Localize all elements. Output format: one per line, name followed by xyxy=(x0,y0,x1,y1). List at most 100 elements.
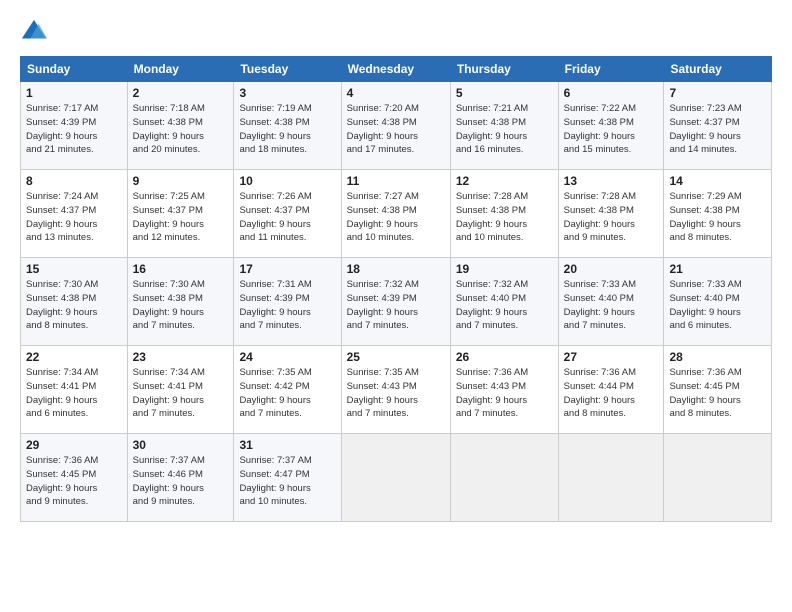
calendar-cell: 14 Sunrise: 7:29 AM Sunset: 4:38 PM Dayli… xyxy=(664,170,772,258)
calendar-body: 1Sunrise: 7:17 AM Sunset: 4:39 PM Daylig… xyxy=(21,82,772,522)
day-info: Sunrise: 7:30 AM Sunset: 4:38 PM Dayligh… xyxy=(133,278,229,333)
col-header-sunday: Sunday xyxy=(21,57,128,82)
calendar-table: SundayMondayTuesdayWednesdayThursdayFrid… xyxy=(20,56,772,522)
day-info: Sunrise: 7:24 AM Sunset: 4:37 PM Dayligh… xyxy=(26,190,122,245)
calendar-week-4: 22 Sunrise: 7:34 AM Sunset: 4:41 PM Dayli… xyxy=(21,346,772,434)
day-number: 22 xyxy=(26,350,122,364)
day-info: Sunrise: 7:36 AM Sunset: 4:45 PM Dayligh… xyxy=(26,454,122,509)
day-number: 30 xyxy=(133,438,229,452)
logo xyxy=(20,18,52,46)
calendar-week-2: 8 Sunrise: 7:24 AM Sunset: 4:37 PM Daylig… xyxy=(21,170,772,258)
day-info: Sunrise: 7:36 AM Sunset: 4:43 PM Dayligh… xyxy=(456,366,553,421)
col-header-thursday: Thursday xyxy=(450,57,558,82)
day-info: Sunrise: 7:31 AM Sunset: 4:39 PM Dayligh… xyxy=(239,278,335,333)
calendar-cell xyxy=(558,434,664,522)
day-number: 4 xyxy=(347,86,445,100)
day-number: 7 xyxy=(669,86,766,100)
calendar-cell: 31 Sunrise: 7:37 AM Sunset: 4:47 PM Dayli… xyxy=(234,434,341,522)
day-info: Sunrise: 7:34 AM Sunset: 4:41 PM Dayligh… xyxy=(133,366,229,421)
page: SundayMondayTuesdayWednesdayThursdayFrid… xyxy=(0,0,792,612)
calendar-header: SundayMondayTuesdayWednesdayThursdayFrid… xyxy=(21,57,772,82)
calendar-cell: 8 Sunrise: 7:24 AM Sunset: 4:37 PM Daylig… xyxy=(21,170,128,258)
calendar-cell: 25Sunrise: 7:35 AM Sunset: 4:43 PM Dayli… xyxy=(341,346,450,434)
col-header-friday: Friday xyxy=(558,57,664,82)
calendar-cell: 7Sunrise: 7:23 AM Sunset: 4:37 PM Daylig… xyxy=(664,82,772,170)
calendar-cell: 11 Sunrise: 7:27 AM Sunset: 4:38 PM Dayli… xyxy=(341,170,450,258)
day-number: 20 xyxy=(564,262,659,276)
calendar-cell: 1Sunrise: 7:17 AM Sunset: 4:39 PM Daylig… xyxy=(21,82,128,170)
calendar-cell: 26 Sunrise: 7:36 AM Sunset: 4:43 PM Dayli… xyxy=(450,346,558,434)
calendar-cell: 22 Sunrise: 7:34 AM Sunset: 4:41 PM Dayli… xyxy=(21,346,128,434)
day-number: 19 xyxy=(456,262,553,276)
day-number: 12 xyxy=(456,174,553,188)
col-header-monday: Monday xyxy=(127,57,234,82)
calendar-cell xyxy=(450,434,558,522)
day-number: 13 xyxy=(564,174,659,188)
day-info: Sunrise: 7:18 AM Sunset: 4:38 PM Dayligh… xyxy=(133,102,229,157)
calendar-cell: 23 Sunrise: 7:34 AM Sunset: 4:41 PM Dayli… xyxy=(127,346,234,434)
calendar-cell: 16Sunrise: 7:30 AM Sunset: 4:38 PM Dayli… xyxy=(127,258,234,346)
day-info: Sunrise: 7:37 AM Sunset: 4:46 PM Dayligh… xyxy=(133,454,229,509)
day-number: 27 xyxy=(564,350,659,364)
day-info: Sunrise: 7:30 AM Sunset: 4:38 PM Dayligh… xyxy=(26,278,122,333)
day-info: Sunrise: 7:28 AM Sunset: 4:38 PM Dayligh… xyxy=(564,190,659,245)
calendar-cell: 15 Sunrise: 7:30 AM Sunset: 4:38 PM Dayli… xyxy=(21,258,128,346)
day-number: 15 xyxy=(26,262,122,276)
col-header-saturday: Saturday xyxy=(664,57,772,82)
day-info: Sunrise: 7:36 AM Sunset: 4:44 PM Dayligh… xyxy=(564,366,659,421)
day-info: Sunrise: 7:37 AM Sunset: 4:47 PM Dayligh… xyxy=(239,454,335,509)
day-number: 28 xyxy=(669,350,766,364)
day-number: 23 xyxy=(133,350,229,364)
calendar-cell: 28Sunrise: 7:36 AM Sunset: 4:45 PM Dayli… xyxy=(664,346,772,434)
col-header-tuesday: Tuesday xyxy=(234,57,341,82)
calendar-cell: 20 Sunrise: 7:33 AM Sunset: 4:40 PM Dayli… xyxy=(558,258,664,346)
day-number: 10 xyxy=(239,174,335,188)
day-info: Sunrise: 7:20 AM Sunset: 4:38 PM Dayligh… xyxy=(347,102,445,157)
day-info: Sunrise: 7:33 AM Sunset: 4:40 PM Dayligh… xyxy=(669,278,766,333)
day-info: Sunrise: 7:34 AM Sunset: 4:41 PM Dayligh… xyxy=(26,366,122,421)
day-info: Sunrise: 7:35 AM Sunset: 4:43 PM Dayligh… xyxy=(347,366,445,421)
calendar-cell: 21 Sunrise: 7:33 AM Sunset: 4:40 PM Dayli… xyxy=(664,258,772,346)
calendar-cell: 10 Sunrise: 7:26 AM Sunset: 4:37 PM Dayli… xyxy=(234,170,341,258)
day-number: 14 xyxy=(669,174,766,188)
calendar-cell: 6 Sunrise: 7:22 AM Sunset: 4:38 PM Daylig… xyxy=(558,82,664,170)
day-info: Sunrise: 7:21 AM Sunset: 4:38 PM Dayligh… xyxy=(456,102,553,157)
day-number: 5 xyxy=(456,86,553,100)
day-number: 3 xyxy=(239,86,335,100)
day-number: 29 xyxy=(26,438,122,452)
calendar-week-1: 1Sunrise: 7:17 AM Sunset: 4:39 PM Daylig… xyxy=(21,82,772,170)
day-number: 2 xyxy=(133,86,229,100)
calendar-week-5: 29 Sunrise: 7:36 AM Sunset: 4:45 PM Dayli… xyxy=(21,434,772,522)
day-number: 8 xyxy=(26,174,122,188)
calendar-cell xyxy=(341,434,450,522)
calendar-cell: 3 Sunrise: 7:19 AM Sunset: 4:38 PM Daylig… xyxy=(234,82,341,170)
day-info: Sunrise: 7:33 AM Sunset: 4:40 PM Dayligh… xyxy=(564,278,659,333)
calendar-cell: 17 Sunrise: 7:31 AM Sunset: 4:39 PM Dayli… xyxy=(234,258,341,346)
calendar-cell: 4 Sunrise: 7:20 AM Sunset: 4:38 PM Daylig… xyxy=(341,82,450,170)
calendar-cell: 27 Sunrise: 7:36 AM Sunset: 4:44 PM Dayli… xyxy=(558,346,664,434)
day-number: 18 xyxy=(347,262,445,276)
day-info: Sunrise: 7:22 AM Sunset: 4:38 PM Dayligh… xyxy=(564,102,659,157)
day-number: 11 xyxy=(347,174,445,188)
day-number: 9 xyxy=(133,174,229,188)
calendar-week-3: 15 Sunrise: 7:30 AM Sunset: 4:38 PM Dayli… xyxy=(21,258,772,346)
calendar-cell: 9Sunrise: 7:25 AM Sunset: 4:37 PM Daylig… xyxy=(127,170,234,258)
day-info: Sunrise: 7:26 AM Sunset: 4:37 PM Dayligh… xyxy=(239,190,335,245)
logo-icon xyxy=(20,18,48,46)
calendar-cell: 29 Sunrise: 7:36 AM Sunset: 4:45 PM Dayli… xyxy=(21,434,128,522)
day-info: Sunrise: 7:29 AM Sunset: 4:38 PM Dayligh… xyxy=(669,190,766,245)
day-info: Sunrise: 7:28 AM Sunset: 4:38 PM Dayligh… xyxy=(456,190,553,245)
calendar-cell: 18Sunrise: 7:32 AM Sunset: 4:39 PM Dayli… xyxy=(341,258,450,346)
day-info: Sunrise: 7:27 AM Sunset: 4:38 PM Dayligh… xyxy=(347,190,445,245)
col-header-wednesday: Wednesday xyxy=(341,57,450,82)
day-number: 31 xyxy=(239,438,335,452)
day-number: 24 xyxy=(239,350,335,364)
day-info: Sunrise: 7:35 AM Sunset: 4:42 PM Dayligh… xyxy=(239,366,335,421)
header-row: SundayMondayTuesdayWednesdayThursdayFrid… xyxy=(21,57,772,82)
day-number: 26 xyxy=(456,350,553,364)
day-number: 21 xyxy=(669,262,766,276)
day-number: 17 xyxy=(239,262,335,276)
calendar-cell: 24 Sunrise: 7:35 AM Sunset: 4:42 PM Dayli… xyxy=(234,346,341,434)
day-info: Sunrise: 7:19 AM Sunset: 4:38 PM Dayligh… xyxy=(239,102,335,157)
day-number: 6 xyxy=(564,86,659,100)
